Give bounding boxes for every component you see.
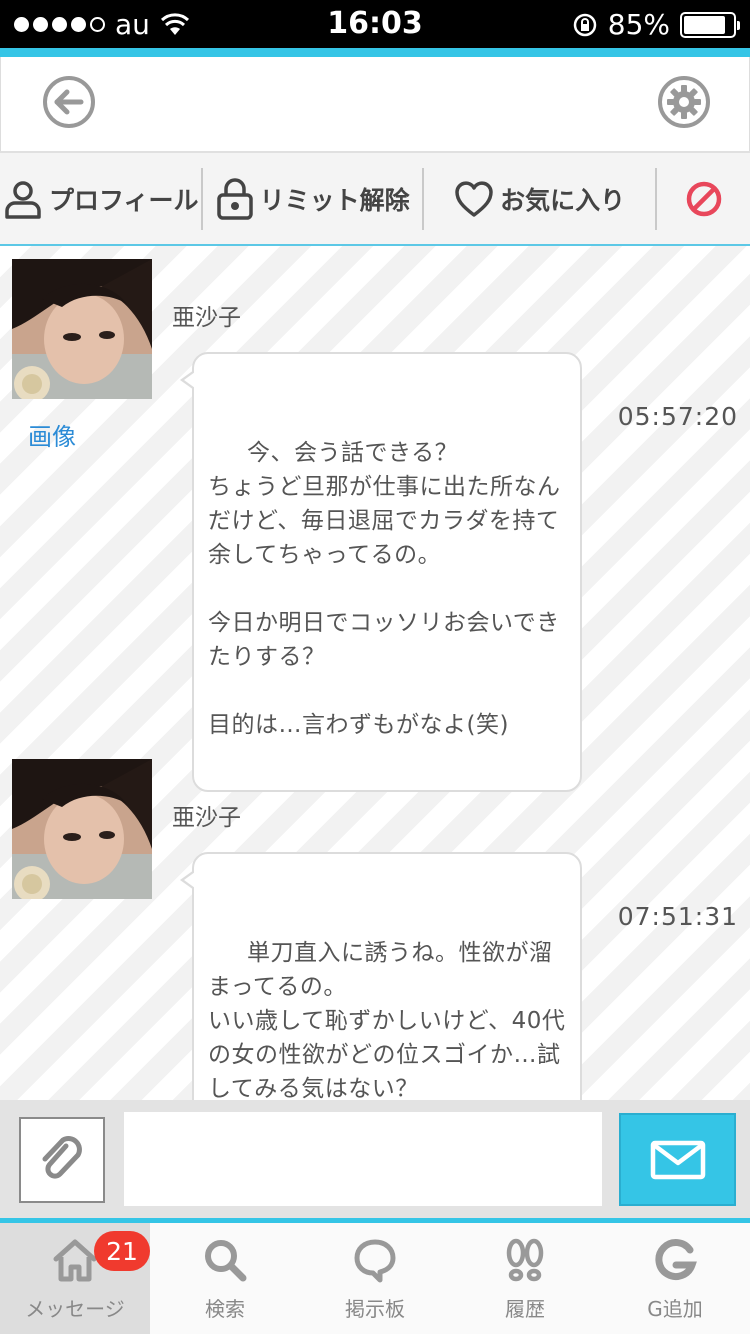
favorite-button[interactable]: お気に入り xyxy=(424,153,655,244)
message-bubble: 単刀直入に誘うね。性欲が溜まってるの。 いい歳して恥ずかしいけど、40代の女の性… xyxy=(180,852,582,1100)
paperclip-icon xyxy=(42,1136,82,1179)
message-timestamp: 05:57:20 xyxy=(617,402,738,431)
unread-badge: 21 xyxy=(94,1231,150,1271)
block-icon xyxy=(686,181,721,216)
message-text: 今、会う話できる？ ちょうど旦那が仕事に出た所なんだけど、毎日退屈でカラダを持て… xyxy=(208,440,561,738)
tab-board[interactable]: 掲示板 xyxy=(300,1223,450,1334)
g-letter-icon xyxy=(655,1239,697,1280)
sender-name: 亜沙子 xyxy=(172,305,241,331)
tab-label: 検索 xyxy=(205,1297,245,1321)
message-input-bar xyxy=(0,1100,750,1218)
limit-release-label: リミット解除 xyxy=(259,185,410,215)
tab-label: 履歴 xyxy=(505,1297,545,1321)
tab-label: G追加 xyxy=(647,1297,703,1321)
battery-percent: 85% xyxy=(607,8,670,41)
message-input[interactable] xyxy=(124,1112,602,1206)
avatar-photo xyxy=(12,259,152,399)
lock-icon xyxy=(216,177,253,220)
person-icon xyxy=(5,180,41,219)
home-icon xyxy=(53,1239,97,1282)
sender-avatar[interactable] xyxy=(12,259,152,399)
tab-g-add[interactable]: G追加 xyxy=(600,1223,750,1334)
action-bar: プロフィール リミット解除 お気に入り xyxy=(0,151,750,246)
block-button[interactable] xyxy=(657,153,750,244)
speech-bubble-icon xyxy=(354,1239,396,1283)
settings-button[interactable] xyxy=(656,74,712,130)
search-icon xyxy=(205,1240,247,1282)
back-button[interactable] xyxy=(41,74,97,130)
message-list[interactable]: 画像 亜沙子 今、会う話できる？ ちょうど旦那が仕事に出た所なんだけど、毎日退屈… xyxy=(0,246,750,1100)
avatar-photo xyxy=(12,759,152,899)
tab-messages[interactable]: メッセージ 21 xyxy=(0,1223,150,1334)
back-arrow-icon xyxy=(43,76,95,128)
limit-release-button[interactable]: リミット解除 xyxy=(203,153,421,244)
envelope-icon xyxy=(650,1140,705,1179)
message-bubble: 今、会う話できる？ ちょうど旦那が仕事に出た所なんだけど、毎日退屈でカラダを持て… xyxy=(180,352,582,792)
footprints-icon xyxy=(506,1238,544,1282)
attach-button[interactable] xyxy=(19,1117,105,1203)
sender-avatar[interactable] xyxy=(12,759,152,899)
tab-label: 掲示板 xyxy=(345,1297,405,1321)
battery-icon xyxy=(680,11,740,38)
profile-label: プロフィール xyxy=(48,185,199,215)
heart-icon xyxy=(455,180,493,217)
message-timestamp: 07:51:31 xyxy=(617,902,738,931)
sender-name: 亜沙子 xyxy=(172,805,241,831)
tab-history[interactable]: 履歴 xyxy=(450,1223,600,1334)
tab-label: メッセージ xyxy=(25,1297,125,1321)
send-button[interactable] xyxy=(619,1113,736,1206)
tab-search[interactable]: 検索 xyxy=(150,1223,300,1334)
favorite-label: お気に入り xyxy=(500,185,626,215)
photo-link[interactable]: 画像 xyxy=(28,417,76,452)
tab-bar: メッセージ 21 検索 掲示板 履歴 G追加 xyxy=(0,1223,750,1334)
gear-icon xyxy=(658,76,710,128)
profile-button[interactable]: プロフィール xyxy=(0,153,201,244)
rotation-lock-icon xyxy=(573,13,597,36)
header-accent-line xyxy=(0,48,750,57)
message-text: 単刀直入に誘うね。性欲が溜まってるの。 いい歳して恥ずかしいけど、40代の女の性… xyxy=(208,940,566,1100)
status-bar: au 16:03 85% xyxy=(0,0,750,48)
header xyxy=(0,57,750,151)
